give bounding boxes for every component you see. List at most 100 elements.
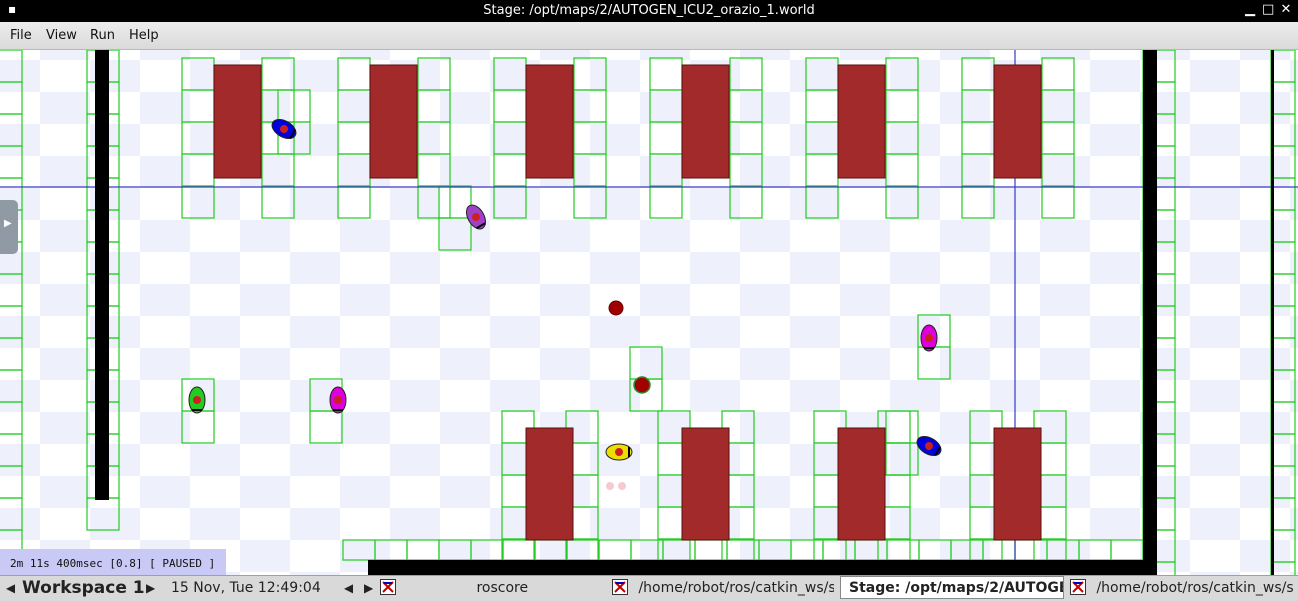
grid-cell bbox=[417, 89, 451, 123]
menu-run[interactable]: Run bbox=[90, 28, 115, 43]
grid-cell bbox=[1270, 50, 1296, 83]
grid-cell bbox=[885, 89, 919, 123]
grid-cell bbox=[1270, 81, 1296, 115]
grid-cell bbox=[0, 305, 23, 339]
task-prev-icon[interactable]: ◀ bbox=[344, 576, 353, 601]
grid-cell bbox=[1270, 497, 1296, 531]
patient-bed[interactable] bbox=[681, 64, 730, 179]
grid-cell bbox=[885, 442, 919, 476]
patient-bed[interactable] bbox=[525, 64, 574, 179]
grid-cell bbox=[0, 369, 23, 403]
grid-cell bbox=[86, 497, 120, 531]
menu-help[interactable]: Help bbox=[129, 28, 159, 43]
workspace-prev-icon[interactable]: ◀ bbox=[6, 576, 15, 601]
robot[interactable] bbox=[329, 386, 347, 414]
grid-cell bbox=[573, 185, 607, 219]
wall-bottom bbox=[368, 560, 1157, 575]
grid-cell bbox=[337, 89, 371, 123]
close-icon[interactable]: ✕ bbox=[1280, 2, 1292, 17]
robot-center bbox=[193, 396, 201, 404]
grid-cell bbox=[261, 185, 295, 219]
grid-cell bbox=[374, 539, 408, 561]
grid-cell bbox=[1041, 57, 1075, 91]
grid-cell bbox=[181, 89, 215, 123]
title-bar: ▪ Stage: /opt/maps/2/AUTOGEN_ICU2_orazio… bbox=[0, 0, 1298, 22]
grid-cell bbox=[1078, 539, 1112, 561]
maximize-icon[interactable]: □ bbox=[1262, 2, 1274, 17]
grid-cell bbox=[961, 57, 995, 91]
grid-cell bbox=[0, 145, 23, 179]
grid-cell bbox=[885, 121, 919, 155]
patient-bed[interactable] bbox=[369, 64, 418, 179]
robot-center bbox=[334, 396, 342, 404]
wall-left bbox=[95, 50, 109, 500]
grid-cell bbox=[0, 465, 23, 499]
menu-view[interactable]: View bbox=[46, 28, 77, 43]
grid-cell bbox=[573, 89, 607, 123]
task-terminal-1[interactable]: /home/robot/ros/catkin_ws/sr bbox=[612, 576, 834, 601]
task-stage-active[interactable]: Stage: /opt/maps/2/AUTOGE bbox=[840, 576, 1064, 599]
robot[interactable] bbox=[269, 116, 300, 143]
wall-right bbox=[1143, 50, 1157, 575]
grid-cell bbox=[573, 121, 607, 155]
grid-cell bbox=[470, 539, 504, 561]
obstacle-marker[interactable] bbox=[608, 300, 624, 316]
task-roscore[interactable]: roscore bbox=[380, 576, 606, 601]
xterm-icon bbox=[380, 579, 396, 595]
simulation-canvas[interactable] bbox=[0, 50, 1298, 575]
task-next-icon[interactable]: ▶ bbox=[364, 576, 373, 601]
grid-cell bbox=[885, 185, 919, 219]
simulation-clock: 2m 11s 400msec [0.8] [ PAUSED ] bbox=[10, 557, 216, 570]
grid-cell bbox=[417, 185, 451, 219]
grid-cell bbox=[805, 89, 839, 123]
robot[interactable] bbox=[605, 443, 633, 461]
patient-bed[interactable] bbox=[993, 64, 1042, 179]
grid-cell bbox=[649, 185, 683, 219]
grid-cell bbox=[1014, 539, 1048, 561]
footprint-marker bbox=[606, 482, 614, 490]
simulation-status: 2m 11s 400msec [0.8] [ PAUSED ] bbox=[0, 549, 226, 575]
minimize-icon[interactable]: ▁ bbox=[1244, 2, 1256, 17]
robot[interactable] bbox=[920, 324, 938, 352]
patient-bed[interactable] bbox=[837, 64, 886, 179]
task-label: /home/robot/ros/catkin_ws/sr bbox=[1096, 580, 1294, 596]
grid-cell bbox=[0, 81, 23, 115]
patient-bed[interactable] bbox=[681, 427, 730, 541]
grid-cell bbox=[337, 185, 371, 219]
grid-cell bbox=[918, 539, 952, 561]
patient-bed[interactable] bbox=[837, 427, 886, 541]
robot[interactable] bbox=[188, 386, 206, 414]
menu-file[interactable]: File bbox=[10, 28, 32, 43]
grid-cell bbox=[790, 539, 824, 561]
grid-cell bbox=[950, 539, 984, 561]
grid-cell bbox=[1110, 539, 1144, 561]
world-map bbox=[0, 50, 1298, 575]
grid-cell bbox=[493, 185, 527, 219]
grid-cell bbox=[961, 121, 995, 155]
grid-cell bbox=[961, 153, 995, 187]
grid-cell bbox=[566, 539, 600, 561]
grid-cell bbox=[961, 89, 995, 123]
side-panel-handle[interactable]: ▶ bbox=[0, 200, 18, 254]
robot[interactable] bbox=[463, 202, 490, 233]
workspace-next-icon[interactable]: ▶ bbox=[146, 576, 155, 601]
grid-cell bbox=[181, 185, 215, 219]
grid-cell bbox=[758, 539, 792, 561]
grid-cell bbox=[822, 539, 856, 561]
expand-arrow-icon: ▶ bbox=[4, 218, 12, 229]
obstacle-marker[interactable] bbox=[633, 376, 651, 394]
patient-bed[interactable] bbox=[993, 427, 1042, 541]
grid-cell bbox=[1270, 113, 1296, 147]
grid-cell bbox=[805, 57, 839, 91]
grid-cell bbox=[1041, 185, 1075, 219]
workspace-label[interactable]: Workspace 1 bbox=[22, 576, 145, 601]
grid-cell bbox=[417, 57, 451, 91]
grid-cell bbox=[1270, 401, 1296, 435]
task-terminal-2[interactable]: /home/robot/ros/catkin_ws/sr bbox=[1070, 576, 1294, 601]
patient-bed[interactable] bbox=[525, 427, 574, 541]
grid-cell bbox=[573, 57, 607, 91]
clock: 15 Nov, Tue 12:49:04 bbox=[171, 580, 321, 596]
patient-bed[interactable] bbox=[213, 64, 262, 179]
grid-cell bbox=[438, 539, 472, 561]
grid-cell bbox=[629, 346, 663, 380]
